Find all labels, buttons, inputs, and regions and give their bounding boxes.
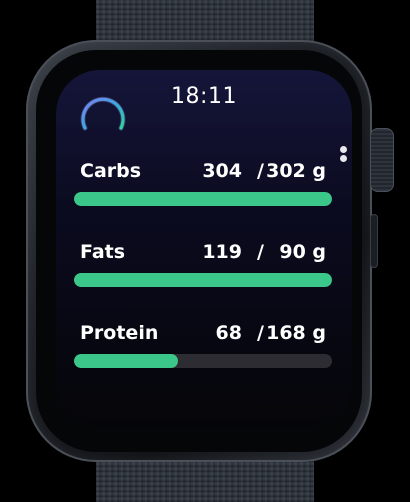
side-button[interactable] (370, 214, 378, 268)
macro-current-value: 304 (202, 160, 242, 182)
macro-progress-track (74, 273, 332, 287)
macro-current-value: 68 (215, 322, 242, 344)
macro-goal-value: 90 g (279, 241, 326, 263)
macro-progress-track (74, 354, 332, 368)
macro-goal-value: 302 g (266, 160, 326, 182)
macro-row-carbs[interactable]: Carbs 304 / 302 g (72, 160, 334, 210)
macro-row-protein[interactable]: Protein 68 / 168 g (72, 322, 334, 372)
digital-crown[interactable] (370, 128, 394, 192)
macro-progress-fill (74, 192, 332, 206)
macro-goal-value: 168 g (266, 322, 326, 344)
macro-separator: / (257, 160, 264, 182)
macro-current-value: 119 (202, 241, 242, 263)
macro-progress-track (74, 192, 332, 206)
macro-progress-fill (74, 273, 332, 287)
macro-row-fats[interactable]: Fats 119 / 90 g (72, 241, 334, 291)
macro-separator: / (257, 241, 264, 263)
macro-name: Protein (80, 322, 159, 344)
clock-time: 18:11 (171, 84, 237, 109)
page-dot (340, 155, 347, 162)
page-indicator-dots (340, 146, 348, 164)
macro-name: Carbs (80, 160, 142, 182)
page-dot (340, 146, 347, 153)
watch-screen: 18:11 Carbs 304 / 302 g Fats 119 / 90 g … (56, 70, 352, 426)
macro-separator: / (257, 322, 264, 344)
macro-progress-fill (74, 354, 179, 368)
macro-name: Fats (80, 241, 126, 263)
